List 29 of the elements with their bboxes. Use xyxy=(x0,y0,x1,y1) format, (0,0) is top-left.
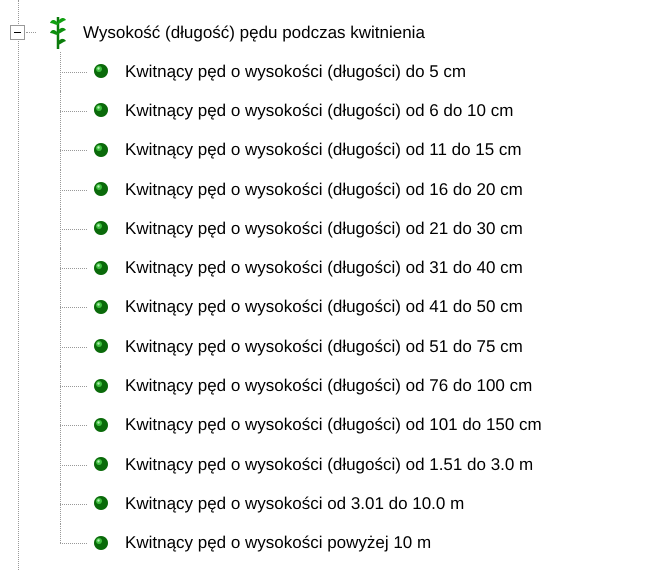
ball-icon xyxy=(93,63,110,80)
tree-item[interactable]: Kwitnący pęd o wysokości (długości) od 6 do 10 cm xyxy=(125,100,514,121)
ball-icon xyxy=(93,416,110,434)
tree-item[interactable]: Kwitnący pęd o wysokości (długości) od 31 do 40 cm xyxy=(125,258,523,278)
ball-icon xyxy=(93,181,110,198)
ball-icon xyxy=(93,260,110,277)
tree-item[interactable]: Kwitnący pęd o wysokości powyżej 10 m xyxy=(125,533,432,554)
tree-item[interactable]: Kwitnący pęd o wysokości (długości) od 11 do 15 cm xyxy=(125,140,522,160)
plant-icon xyxy=(49,14,67,50)
ball-icon xyxy=(93,456,110,474)
tree-item[interactable]: Kwitnący pęd o wysokości (długości) od 21 do 30 cm xyxy=(125,218,523,239)
tree-item[interactable]: Kwitnący pęd o wysokości (długości) od 16 do 20 cm xyxy=(125,180,523,200)
ball-icon xyxy=(93,495,110,512)
tree-item[interactable]: Kwitnący pęd o wysokości (długości) od 76 do 100 cm xyxy=(125,376,532,396)
ball-icon xyxy=(93,338,110,356)
tree-item[interactable]: Kwitnący pęd o wysokości (długości) od 41 do 50 cm xyxy=(125,297,523,318)
tree-item[interactable]: Kwitnący pęd o wysokości (długości) od 1.51 do 3.0 m xyxy=(125,454,534,475)
ball-icon xyxy=(93,534,110,552)
ball-icon xyxy=(93,102,110,120)
ball-icon xyxy=(93,378,110,395)
tree-node-label[interactable]: Wysokość (długość) pędu podczas kwitnienia xyxy=(83,22,425,42)
ball-icon xyxy=(93,220,110,238)
tree-item[interactable]: Kwitnący pęd o wysokości (długości) od 101 do 150 cm xyxy=(125,415,542,436)
tree-item[interactable]: Kwitnący pęd o wysokości od 3.01 do 10.0 m xyxy=(125,494,464,514)
tree-item[interactable]: Kwitnący pęd o wysokości (długości) od 51 do 75 cm xyxy=(125,336,523,357)
ball-icon xyxy=(93,298,110,316)
collapse-toggle[interactable] xyxy=(10,25,25,40)
ball-icon xyxy=(93,142,110,159)
tree-item[interactable]: Kwitnący pęd o wysokości (długości) do 5 cm xyxy=(125,62,466,82)
